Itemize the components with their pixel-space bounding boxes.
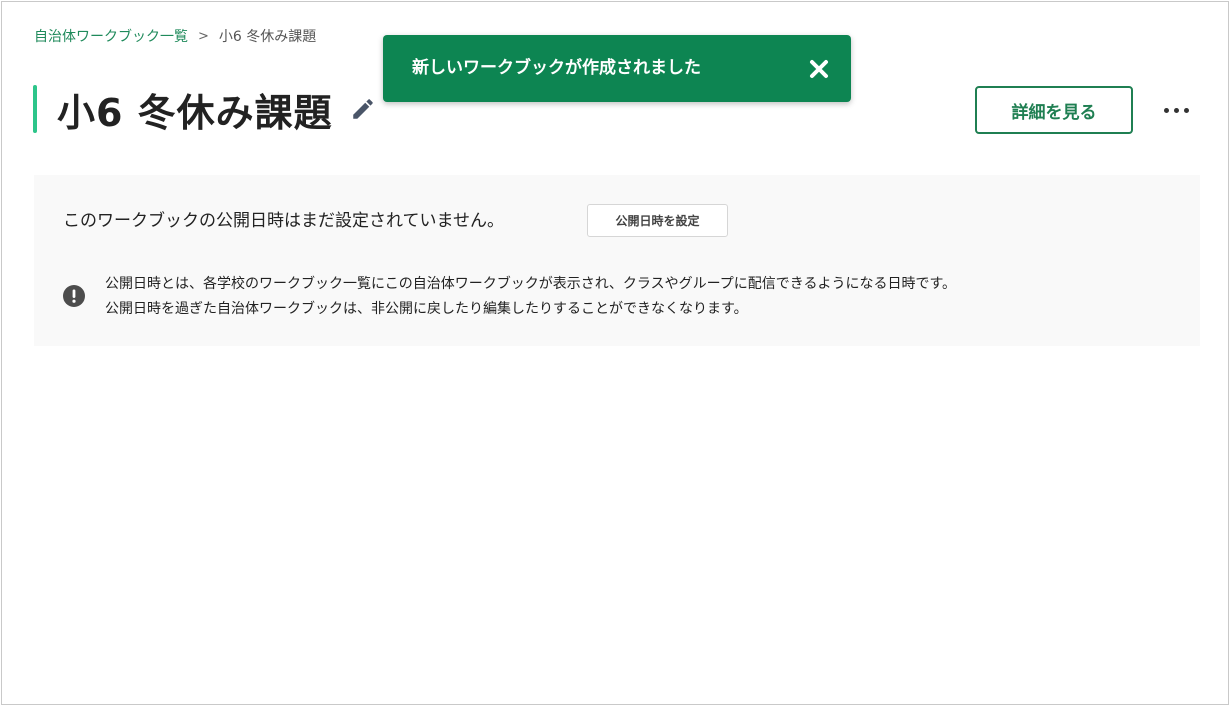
publish-status-text: このワークブックの公開日時はまだ設定されていません。 xyxy=(63,211,504,231)
publish-info-panel: このワークブックの公開日時はまだ設定されていません。 公開日時を設定 公開日時と… xyxy=(34,175,1200,346)
close-icon[interactable] xyxy=(807,57,831,81)
success-toast: 新しいワークブックが作成されました xyxy=(383,35,851,102)
title-accent-bar xyxy=(33,85,37,133)
breadcrumb-link-workbook-list[interactable]: 自治体ワークブック一覧 xyxy=(34,27,188,47)
breadcrumb: 自治体ワークブック一覧 > 小6 冬休み課題 xyxy=(34,27,316,47)
pencil-icon[interactable] xyxy=(349,95,377,123)
toast-message: 新しいワークブックが作成されました xyxy=(412,58,701,78)
more-options-icon[interactable] xyxy=(1154,94,1198,126)
more-dot xyxy=(1183,107,1189,113)
exclamation-circle-icon xyxy=(63,285,85,307)
publish-note: 公開日時とは、各学校のワークブック一覧にこの自治体ワークブックが表示され、クラス… xyxy=(105,272,956,322)
set-publish-date-button[interactable]: 公開日時を設定 xyxy=(587,204,728,237)
page-title: 小6 冬休み課題 xyxy=(57,90,333,135)
more-dot xyxy=(1163,107,1169,113)
view-details-button[interactable]: 詳細を見る xyxy=(975,86,1133,134)
more-dot xyxy=(1173,107,1179,113)
breadcrumb-current: 小6 冬休み課題 xyxy=(218,29,317,45)
breadcrumb-separator: > xyxy=(198,29,209,44)
publish-note-line-2: 公開日時を過ぎた自治体ワークブックは、非公開に戻したり編集したりすることができな… xyxy=(105,301,748,317)
title-row: 小6 冬休み課題 xyxy=(33,84,377,135)
publish-note-line-1: 公開日時とは、各学校のワークブック一覧にこの自治体ワークブックが表示され、クラス… xyxy=(105,276,957,292)
app-frame: 自治体ワークブック一覧 > 小6 冬休み課題 小6 冬休み課題 詳細を見る この… xyxy=(1,1,1229,705)
